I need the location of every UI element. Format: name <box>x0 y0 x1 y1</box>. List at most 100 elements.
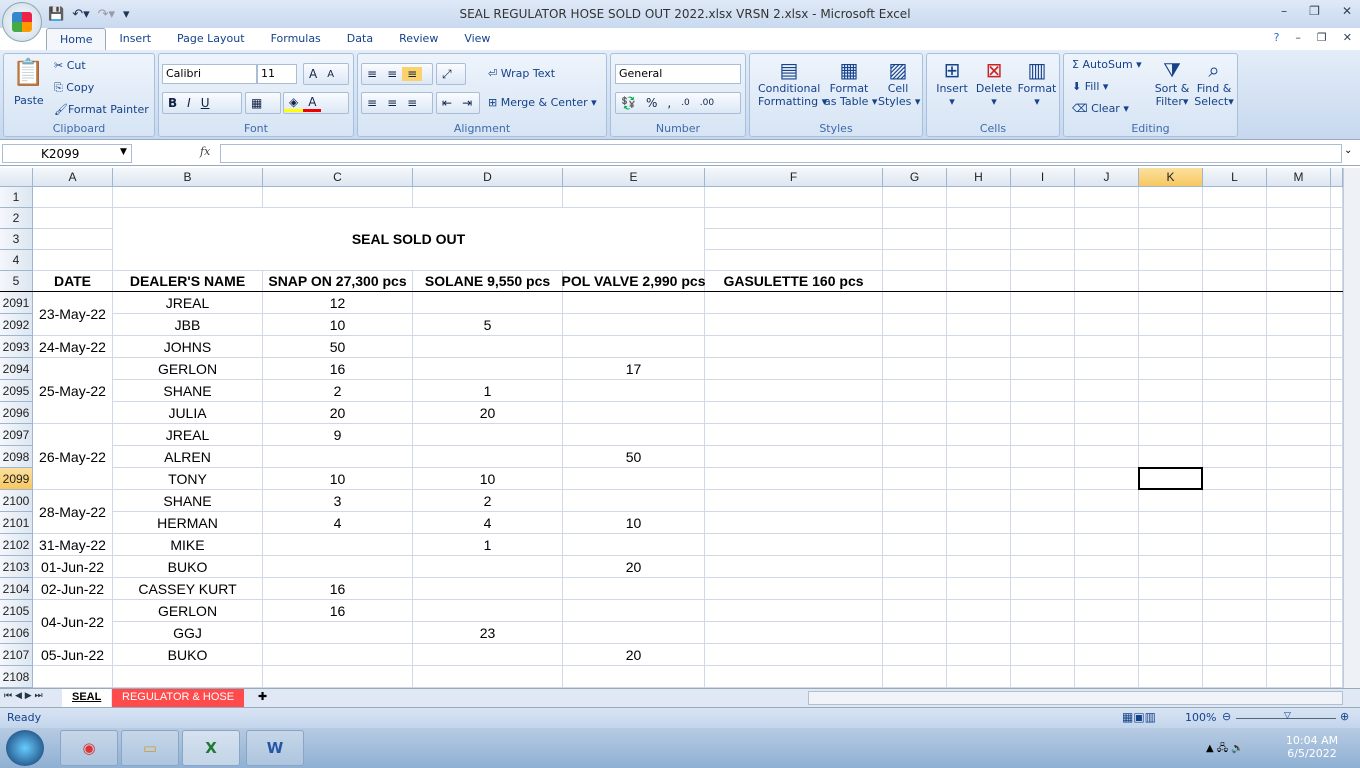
cell[interactable] <box>1203 402 1267 424</box>
cell[interactable] <box>1139 292 1203 314</box>
solane-cell[interactable] <box>413 424 563 446</box>
snap-on-cell[interactable]: 16 <box>263 358 413 380</box>
customize-qat-icon[interactable]: ▾ <box>123 7 130 22</box>
word-taskbar-icon[interactable]: W <box>246 730 304 766</box>
snap-on-cell[interactable] <box>263 446 413 468</box>
cell[interactable] <box>33 187 113 208</box>
cell[interactable] <box>705 402 883 424</box>
row-header-2092[interactable]: 2092 <box>0 314 33 336</box>
cell[interactable] <box>1011 556 1075 578</box>
format-as-table-button[interactable]: ▦ Format as Table ▾ <box>824 58 877 108</box>
dealer-name-cell[interactable] <box>113 666 263 688</box>
cell[interactable] <box>1267 314 1331 336</box>
solane-cell[interactable]: 4 <box>413 512 563 534</box>
cell[interactable] <box>1011 512 1075 534</box>
tab-home[interactable]: Home <box>46 28 107 50</box>
cell[interactable] <box>1075 556 1139 578</box>
row-header-5[interactable]: 5 <box>0 271 33 292</box>
cell[interactable] <box>705 578 883 600</box>
cell[interactable] <box>1331 666 1343 688</box>
cell[interactable] <box>1331 622 1343 644</box>
cell[interactable] <box>1331 292 1343 314</box>
pol-valve-cell[interactable] <box>563 402 705 424</box>
cell[interactable] <box>1011 358 1075 380</box>
format-painter-button[interactable]: 🖌Format Painter <box>54 103 149 116</box>
cell[interactable] <box>1139 600 1203 622</box>
cell[interactable] <box>1203 578 1267 600</box>
cell[interactable] <box>1139 380 1203 402</box>
insert-sheet-icon[interactable]: ✚ <box>258 690 267 703</box>
underline-button[interactable]: U <box>196 96 215 110</box>
solane-cell[interactable]: 5 <box>413 314 563 336</box>
pol-valve-cell[interactable] <box>563 336 705 358</box>
column-header-f[interactable]: F <box>705 168 883 187</box>
dealer-name-cell[interactable]: GERLON <box>113 358 263 380</box>
cell[interactable] <box>705 336 883 358</box>
cell[interactable] <box>1139 556 1203 578</box>
cell[interactable] <box>947 534 1011 556</box>
cell[interactable] <box>1203 229 1267 250</box>
pol-valve-cell[interactable] <box>563 666 705 688</box>
cell[interactable] <box>947 271 1011 292</box>
increase-decimal-icon[interactable]: .0 <box>676 98 695 108</box>
clear-button[interactable]: ⌫ Clear ▾ <box>1072 102 1129 115</box>
cell[interactable] <box>33 666 113 688</box>
cell[interactable] <box>1139 622 1203 644</box>
cell[interactable] <box>1075 622 1139 644</box>
cell[interactable] <box>1075 208 1139 229</box>
cell[interactable] <box>1011 600 1075 622</box>
row-header-2101[interactable]: 2101 <box>0 512 33 534</box>
cell[interactable] <box>1331 380 1343 402</box>
column-title[interactable]: SOLANE 9,550 pcs <box>413 271 563 292</box>
cell[interactable] <box>1139 314 1203 336</box>
italic-button[interactable]: I <box>182 96 196 110</box>
cell[interactable] <box>1139 358 1203 380</box>
solane-cell[interactable] <box>413 666 563 688</box>
cell[interactable] <box>1011 250 1075 271</box>
zoom-slider-thumb[interactable]: ▽ <box>1284 711 1291 721</box>
cell[interactable] <box>1267 336 1331 358</box>
cell[interactable] <box>1075 512 1139 534</box>
column-header-l[interactable]: L <box>1203 168 1267 187</box>
solane-cell[interactable] <box>413 556 563 578</box>
cell[interactable] <box>1203 512 1267 534</box>
cell[interactable] <box>947 314 1011 336</box>
pol-valve-cell[interactable]: 17 <box>563 358 705 380</box>
cell[interactable] <box>1331 208 1343 229</box>
cell[interactable] <box>1331 424 1343 446</box>
cell[interactable] <box>705 600 883 622</box>
date-cell[interactable]: 23-May-22 <box>33 292 113 336</box>
cell[interactable] <box>1203 666 1267 688</box>
horizontal-scrollbar[interactable] <box>808 691 1343 705</box>
snap-on-cell[interactable]: 16 <box>263 578 413 600</box>
cell[interactable] <box>1267 666 1331 688</box>
row-header-2095[interactable]: 2095 <box>0 380 33 402</box>
cell[interactable] <box>705 314 883 336</box>
cell[interactable] <box>705 512 883 534</box>
cell[interactable] <box>883 622 947 644</box>
pol-valve-cell[interactable] <box>563 578 705 600</box>
pol-valve-cell[interactable] <box>563 490 705 512</box>
dealer-name-cell[interactable]: JREAL <box>113 292 263 314</box>
cell[interactable] <box>1267 446 1331 468</box>
cell[interactable] <box>1075 271 1139 292</box>
cell[interactable] <box>1203 600 1267 622</box>
column-header-k[interactable]: K <box>1139 168 1203 187</box>
date-cell[interactable]: 28-May-22 <box>33 490 113 534</box>
chrome-taskbar-icon[interactable]: ◉ <box>60 730 118 766</box>
cell[interactable] <box>705 490 883 512</box>
row-header-2[interactable]: 2 <box>0 208 33 229</box>
solane-cell[interactable]: 23 <box>413 622 563 644</box>
cell[interactable] <box>883 512 947 534</box>
snap-on-cell[interactable] <box>263 534 413 556</box>
number-format-select[interactable]: General <box>615 64 741 84</box>
cell[interactable] <box>1331 402 1343 424</box>
cell[interactable] <box>1011 578 1075 600</box>
cell[interactable] <box>1075 314 1139 336</box>
borders-button[interactable]: ▦ <box>245 92 281 114</box>
tab-data[interactable]: Data <box>334 28 386 50</box>
fill-button[interactable]: ⬇ Fill ▾ <box>1072 80 1108 93</box>
cell[interactable] <box>1075 250 1139 271</box>
view-buttons[interactable]: ▦▣▥ <box>1122 710 1156 724</box>
column-header-h[interactable]: H <box>947 168 1011 187</box>
